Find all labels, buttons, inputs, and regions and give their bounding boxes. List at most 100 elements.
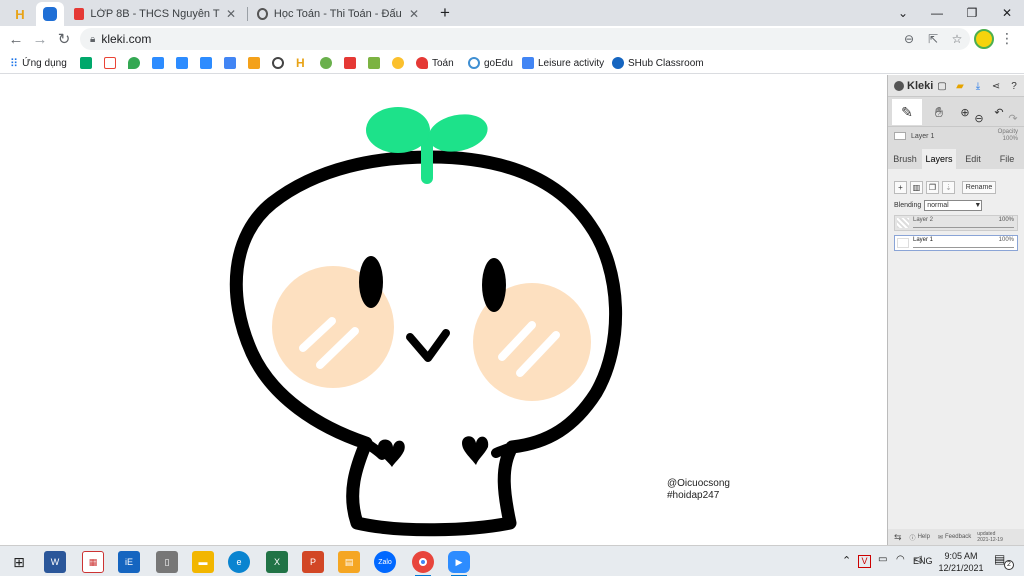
tab-brush[interactable]: Brush xyxy=(888,149,922,169)
bookmark-toan[interactable]: Toán xyxy=(416,55,454,71)
layers-panel: + ▥ ❐ ⇣ Rename Blending normal ▼ Layer 2… xyxy=(888,169,1024,539)
bookmark-leisure[interactable]: Leisure activity xyxy=(522,55,604,71)
layer-item-2[interactable]: Layer 2 100% xyxy=(894,215,1018,231)
tab-edit[interactable]: Edit xyxy=(956,149,990,169)
kleki-tabs: Brush Layers Edit File xyxy=(888,149,1024,169)
edmodo-e-icon xyxy=(344,57,356,69)
add-layer-button[interactable]: + xyxy=(894,181,907,194)
tab-hoc-toan[interactable]: Học Toán - Thi Toán - Đấu trường Toán ✕ xyxy=(249,2,427,26)
taskbar-zoom[interactable]: ▶ xyxy=(448,551,470,576)
new-tab-button[interactable]: + xyxy=(428,0,462,26)
bookmark-orange[interactable] xyxy=(248,55,264,71)
pinned-tab-hoc247[interactable]: H xyxy=(6,2,34,26)
layer-opacity: 100% xyxy=(998,237,1014,243)
taskbar-zalo[interactable]: Zalo xyxy=(374,551,396,573)
bookmark-goedu[interactable]: goEdu xyxy=(468,55,513,71)
bookmark-apps[interactable]: ⠿ Ứng dụng xyxy=(10,55,67,71)
tree-icon xyxy=(320,57,332,69)
tray-v-icon[interactable]: V xyxy=(858,555,871,568)
swap-icon[interactable]: ⇆ xyxy=(894,532,902,543)
back-button[interactable]: ← xyxy=(6,29,26,49)
layer-opacity-slider[interactable] xyxy=(913,227,1014,228)
zoom-in-button[interactable]: ⊕ xyxy=(958,99,972,125)
address-bar[interactable]: 🔒︎ kleki.com ⊖ ⇱ ☆ xyxy=(80,28,970,50)
share-icon[interactable]: ⋖ xyxy=(990,80,1002,92)
feedback-link[interactable]: Feedback xyxy=(945,534,971,540)
taskbar-phone-app[interactable]: ▯ xyxy=(156,551,178,573)
taskbar-word[interactable]: W xyxy=(44,551,66,573)
bookmark-translate[interactable] xyxy=(224,55,240,71)
profile-avatar[interactable] xyxy=(974,29,994,49)
help-link[interactable]: Help xyxy=(918,534,930,540)
hand-tool-button[interactable]: ✋︎ xyxy=(926,99,952,125)
bookmark-meet[interactable] xyxy=(80,55,96,71)
rename-button[interactable]: Rename xyxy=(962,181,996,194)
tray-overflow-chevron-icon[interactable]: ⌃ xyxy=(842,554,851,567)
drawing-canvas[interactable]: @Oicuocsong #hoidap247 xyxy=(0,75,887,545)
updated-date: 2021-12-19 xyxy=(977,537,1003,543)
bookmark-timer[interactable] xyxy=(272,55,288,71)
merge-layer-button[interactable]: ⇣ xyxy=(942,181,955,194)
open-folder-icon[interactable]: ▰ xyxy=(954,80,966,92)
tab-file[interactable]: File xyxy=(990,149,1024,169)
taskbar-excel[interactable]: X xyxy=(266,551,288,573)
close-icon[interactable]: ✕ xyxy=(226,7,236,21)
battery-icon[interactable]: ▭ xyxy=(878,554,887,565)
bookmark-green[interactable] xyxy=(368,55,384,71)
restore-button[interactable]: ❐ xyxy=(955,0,989,26)
download-icon[interactable]: ⤓ xyxy=(972,80,984,92)
brush-tool-button[interactable]: ✎ xyxy=(892,99,922,125)
taskbar-file-explorer[interactable]: ▬ xyxy=(192,551,214,573)
close-window-button[interactable]: ✕ xyxy=(990,0,1024,26)
help-icon[interactable]: ? xyxy=(1008,80,1020,92)
new-image-icon[interactable]: ▢ xyxy=(936,80,948,92)
bookmark-maps[interactable] xyxy=(128,55,144,71)
bookmark-tree[interactable] xyxy=(320,55,336,71)
undo-button[interactable]: ↶ xyxy=(992,99,1006,125)
bookmark-gmail[interactable] xyxy=(104,55,120,71)
start-button[interactable]: ⊞ xyxy=(8,551,30,573)
layer-opacity-slider[interactable] xyxy=(913,247,1014,248)
clock[interactable]: 9:05 AM 12/21/2021 xyxy=(934,550,988,574)
layer-item-1[interactable]: Layer 1 100% xyxy=(894,235,1018,251)
bookmarks-bar: ⠿ Ứng dụng H Toán goEdu Leisure activity… xyxy=(0,52,1024,74)
delete-layer-button[interactable]: ▥ xyxy=(910,181,923,194)
reload-button[interactable]: ↻ xyxy=(54,29,74,49)
taskbar-chrome[interactable] xyxy=(412,551,434,576)
taskbar-iedu[interactable]: iE xyxy=(118,551,140,573)
menu-kebab-icon[interactable]: ⋮ xyxy=(1000,30,1014,47)
blending-select[interactable]: normal ▼ xyxy=(924,200,983,211)
opacity-readout: Opacity 100% xyxy=(998,129,1018,143)
bookmark-shub[interactable]: SHub Classroom xyxy=(612,55,704,71)
layer-buttons: + ▥ ❐ ⇣ Rename xyxy=(894,181,1018,194)
bookmark-edmodo[interactable] xyxy=(344,55,360,71)
language-indicator[interactable]: ENG xyxy=(913,556,933,566)
bookmark-zoom-3[interactable] xyxy=(200,55,216,71)
zoom-icon[interactable]: ⊖ xyxy=(898,28,920,50)
bookmark-label: goEdu xyxy=(484,57,513,69)
kleki-icon xyxy=(43,7,57,21)
shub-s-icon xyxy=(612,57,624,69)
taskbar-powerpoint[interactable]: P xyxy=(302,551,324,573)
minimize-button[interactable]: — xyxy=(920,0,954,26)
tab-search-chevron-icon[interactable]: ⌄ xyxy=(886,0,920,26)
taskbar-sticky-app[interactable]: ▤ xyxy=(338,551,360,573)
duplicate-layer-button[interactable]: ❐ xyxy=(926,181,939,194)
forward-button[interactable]: → xyxy=(30,29,50,49)
share-icon[interactable]: ⇱ xyxy=(922,28,944,50)
close-icon[interactable]: ✕ xyxy=(409,7,419,21)
bookmark-zoom-1[interactable] xyxy=(152,55,168,71)
pinned-tab-kleki[interactable] xyxy=(36,2,64,26)
bookmark-hoc247[interactable]: H xyxy=(296,55,305,71)
wifi-icon[interactable]: ◠ xyxy=(896,554,905,565)
layer-preview[interactable]: Layer 1 Opacity 100% xyxy=(888,127,1024,145)
word-icon: W xyxy=(50,557,60,567)
tab-lop-8b[interactable]: LỚP 8B - THCS Nguyễn Tất Thành ✕ xyxy=(66,2,244,26)
bookmark-zoom-2[interactable] xyxy=(176,55,192,71)
folder-icon: ▬ xyxy=(198,557,208,567)
tab-layers[interactable]: Layers xyxy=(922,149,956,169)
taskbar-edge[interactable]: e xyxy=(228,551,250,573)
taskbar-app-2[interactable]: ▦ xyxy=(82,551,104,573)
bookmark-smiley[interactable] xyxy=(392,55,408,71)
bookmark-star-icon[interactable]: ☆ xyxy=(946,28,968,50)
